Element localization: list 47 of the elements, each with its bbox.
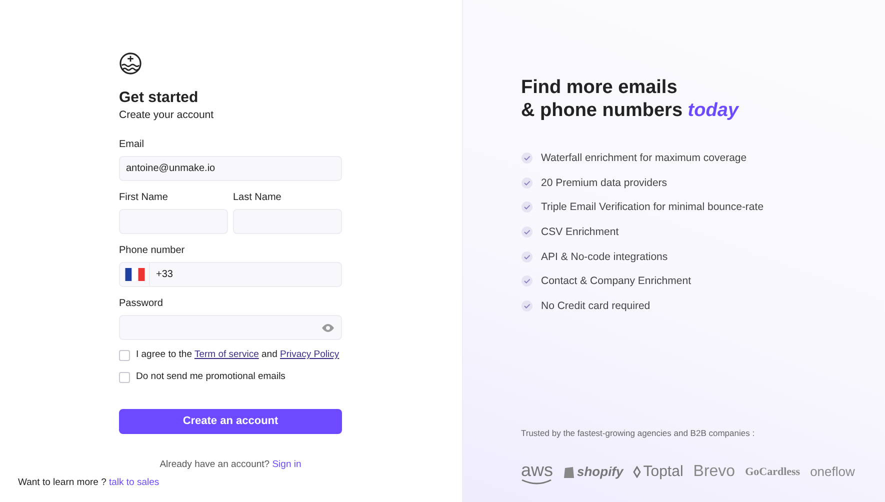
check-icon	[521, 300, 533, 312]
signin-link[interactable]: Sign in	[272, 458, 302, 470]
headline: Find more emails & phone numbers today	[521, 76, 740, 122]
phone-value: +33	[155, 268, 173, 282]
check-icon	[521, 152, 533, 164]
feature-text: Contact & Company Enrichment	[541, 274, 691, 288]
flag-icon	[124, 268, 144, 281]
feature-text: 20 Premium data providers	[541, 176, 668, 190]
field-label: Last Name	[233, 191, 282, 204]
sales-link[interactable]: talk to sales	[109, 476, 160, 488]
logo: Brevo	[693, 462, 736, 482]
logo: GoCardless	[745, 464, 800, 480]
check-icon	[521, 226, 533, 238]
page-subtitle: Create your account	[119, 108, 215, 122]
signin-text: Already have an account? Sign in	[158, 458, 302, 472]
checkbox[interactable]	[119, 350, 130, 361]
privacy-link[interactable]: Privacy Policy	[280, 349, 340, 360]
phone-field[interactable]: +33	[119, 262, 342, 287]
eye-icon[interactable]	[321, 322, 335, 332]
field-label: Password	[119, 297, 164, 310]
feature-text: No Credit card required	[541, 299, 650, 314]
check-icon	[521, 250, 533, 263]
logo: Toptal	[633, 460, 684, 484]
checkbox[interactable]	[119, 372, 130, 383]
field-label: Email	[119, 138, 146, 151]
terms-text: I agree to the Term of service and Privacy Policy	[136, 348, 340, 362]
feature-text: Waterfall enrichment for maximum coverage	[541, 151, 747, 165]
feature-text: CSV Enrichment	[541, 225, 619, 240]
sales-text: Want to learn more ? talk to sales	[18, 476, 160, 490]
password-field[interactable]	[119, 315, 342, 340]
input-field[interactable]: antoine@unmake.io	[119, 156, 342, 181]
check-icon	[521, 275, 533, 288]
field-label: First Name	[119, 191, 169, 204]
create-account-button[interactable]: Create an account	[119, 408, 342, 434]
logo-icon	[119, 52, 142, 75]
terms-link[interactable]: Term of service	[194, 349, 259, 360]
logo: shopify	[563, 462, 624, 482]
field-label: Phone number	[119, 244, 186, 257]
promo-label: Do not send me promotional emails	[136, 370, 286, 384]
logo: oneflow	[810, 463, 855, 482]
page-title: Get started	[119, 88, 200, 108]
check-icon	[521, 176, 533, 189]
logo: aws	[521, 460, 554, 483]
trusted-text: Trusted by the fastest-growing agencies and B2B companies :	[521, 427, 756, 440]
feature-text: API & No-code integrations	[541, 250, 668, 264]
feature-text: Triple Email Verification for minimal bounce-rate	[541, 200, 764, 214]
check-icon	[521, 201, 533, 214]
